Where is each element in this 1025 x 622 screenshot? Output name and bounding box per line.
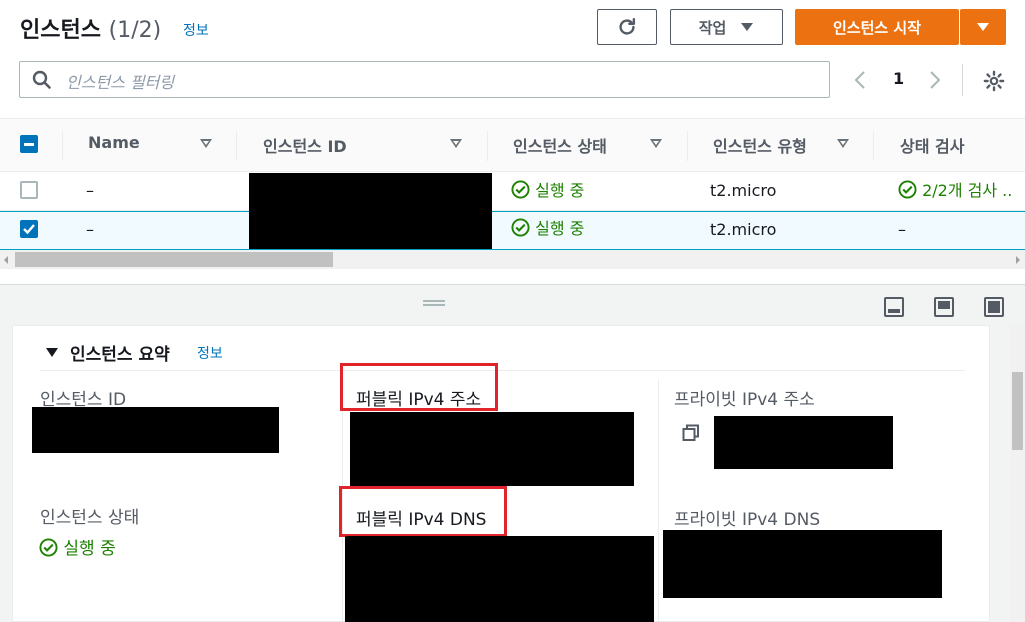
row-type: t2.micro — [710, 220, 777, 239]
row-state-label: 실행 중 — [535, 181, 585, 200]
page-title-text: 인스턴스 — [20, 18, 101, 43]
select-all-checkbox[interactable] — [20, 135, 38, 153]
row-type: t2.micro — [710, 181, 777, 200]
redacted-private-ipv4 — [714, 416, 893, 469]
check-circle-icon — [511, 180, 530, 199]
column-header-instance-type[interactable]: 인스턴스 유형 — [713, 133, 807, 157]
public-dns-label: 퍼블릭 IPv4 DNS — [356, 510, 487, 530]
copy-icon[interactable] — [682, 424, 700, 442]
actions-dropdown-button[interactable]: 작업 — [670, 9, 783, 45]
info-link[interactable]: 정보 — [183, 20, 209, 40]
column-header-name[interactable]: Name — [88, 133, 140, 152]
panel-position-full-icon[interactable] — [984, 297, 1004, 317]
caret-down-icon — [741, 23, 754, 31]
private-dns-label: 프라이빗 IPv4 DNS — [674, 510, 821, 530]
panel-resize-handle[interactable] — [423, 300, 445, 306]
gear-icon[interactable] — [983, 70, 1005, 92]
scroll-left-icon[interactable] — [2, 255, 10, 265]
sort-icon[interactable] — [650, 139, 662, 148]
launch-instance-button[interactable]: 인스턴스 시작 — [795, 9, 959, 45]
vertical-scrollbar[interactable] — [1010, 325, 1025, 622]
row-state-label: 실행 중 — [535, 219, 585, 238]
launch-instance-label: 인스턴스 시작 — [832, 18, 922, 37]
column-header-status-check[interactable]: 상태 검사 — [900, 133, 964, 157]
public-ipv4-label: 퍼블릭 IPv4 주소 — [356, 390, 482, 410]
instance-state-text: 실행 중 — [63, 539, 116, 559]
redacted-instance-id — [32, 407, 279, 453]
filter-search-input[interactable]: 인스턴스 필터링 — [19, 61, 830, 98]
instance-state-value: 실행 중 — [39, 534, 116, 559]
redacted-instance-ids — [249, 173, 492, 249]
instance-state-label: 인스턴스 상태 — [40, 508, 140, 528]
search-placeholder: 인스턴스 필터링 — [66, 73, 175, 92]
refresh-icon — [619, 18, 636, 35]
chevron-right-icon[interactable] — [928, 70, 942, 90]
table-header: Name 인스턴스 ID 인스턴스 상태 인스턴스 유형 상태 검사 — [0, 118, 1025, 172]
sort-icon[interactable] — [837, 139, 849, 148]
row-checkbox-checked[interactable] — [20, 220, 38, 238]
redacted-public-ipv4 — [350, 412, 634, 486]
row-status-check-label: 2/2개 검사 .. — [922, 181, 1013, 200]
column-header-instance-state[interactable]: 인스턴스 상태 — [513, 133, 607, 157]
caret-down-icon — [977, 23, 989, 31]
page-number[interactable]: 1 — [893, 69, 904, 88]
panel-position-bottom-icon[interactable] — [884, 297, 904, 317]
row-status-check[interactable]: 2/2개 검사 .. — [898, 177, 1012, 201]
caret-down-icon[interactable] — [45, 346, 59, 358]
redacted-private-dns — [663, 530, 942, 598]
check-circle-icon — [511, 218, 530, 237]
redacted-public-dns — [345, 536, 654, 622]
refresh-button[interactable] — [597, 9, 657, 45]
sort-icon[interactable] — [200, 139, 212, 148]
summary-divider — [40, 370, 965, 371]
row-status-check: – — [898, 220, 906, 239]
scroll-right-icon[interactable] — [1014, 255, 1022, 265]
row-state: 실행 중 — [511, 177, 584, 201]
page-title: 인스턴스 (1/2) — [20, 12, 161, 44]
check-circle-icon — [39, 538, 58, 557]
panel-position-side-icon[interactable] — [934, 297, 954, 317]
search-icon — [32, 70, 51, 89]
check-circle-icon — [898, 180, 917, 199]
check-icon — [23, 224, 35, 235]
vertical-scrollbar-thumb[interactable] — [1012, 372, 1023, 450]
horizontal-scrollbar-thumb[interactable] — [15, 252, 333, 267]
sort-icon[interactable] — [450, 139, 462, 148]
private-ipv4-label: 프라이빗 IPv4 주소 — [674, 390, 815, 410]
row-state: 실행 중 — [511, 215, 584, 239]
launch-options-button[interactable] — [960, 9, 1006, 45]
chevron-left-icon[interactable] — [853, 70, 867, 90]
pager-divider — [962, 64, 963, 96]
actions-label: 작업 — [698, 18, 727, 37]
selection-count: (1/2) — [108, 18, 162, 43]
summary-heading[interactable]: 인스턴스 요약 — [70, 340, 170, 365]
row-name: – — [86, 220, 94, 239]
summary-info-link[interactable]: 정보 — [197, 343, 223, 363]
table-row[interactable]: – 실행 중 t2.micro 2/2개 검사 .. — [0, 172, 1025, 211]
row-checkbox[interactable] — [20, 181, 38, 199]
column-header-instance-id[interactable]: 인스턴스 ID — [263, 133, 347, 157]
row-name: – — [86, 181, 94, 200]
table-row-selected[interactable]: – 실행 중 t2.micro – — [0, 211, 1025, 250]
column-divider — [658, 380, 659, 622]
